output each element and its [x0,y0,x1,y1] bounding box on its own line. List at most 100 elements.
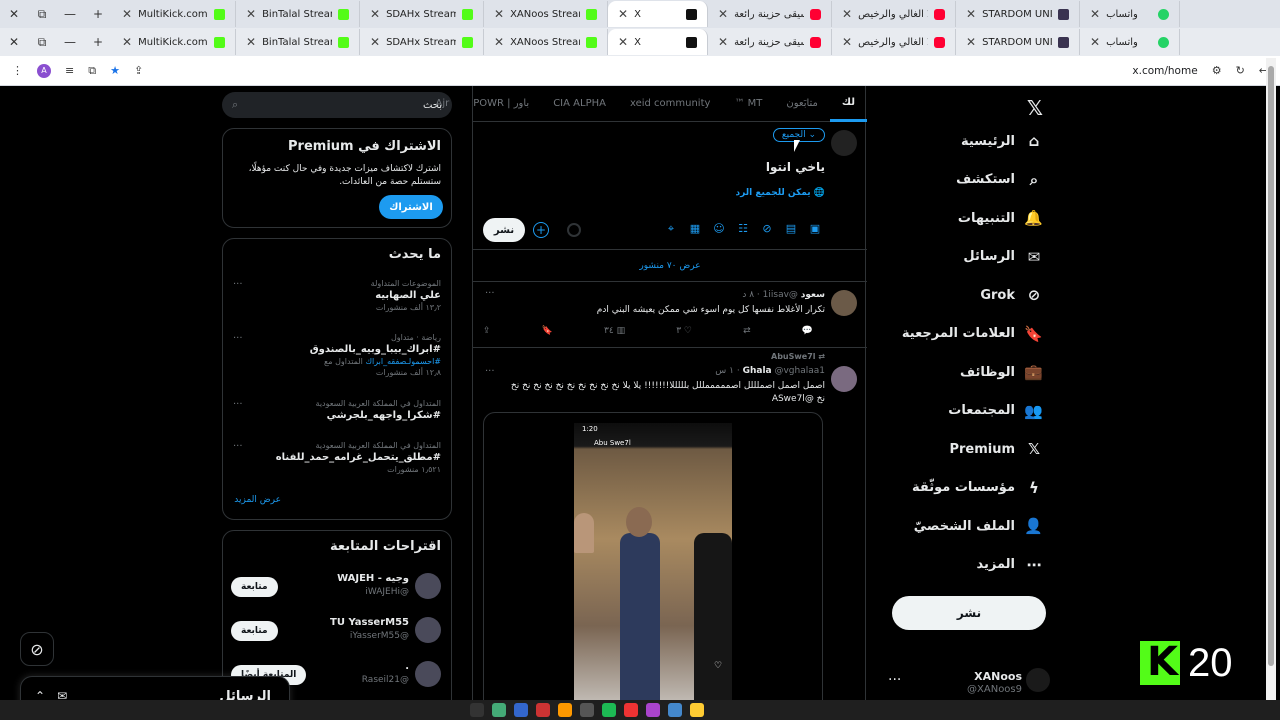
reposted-by[interactable]: AbuSwe7l ⇄ [771,352,825,361]
profile-avatar[interactable]: A [37,63,51,78]
like-icon[interactable]: ♡ [714,661,722,671]
show-new-posts[interactable]: عرض ٧٠ منشور [473,250,867,282]
more-icon[interactable]: ··· [485,288,495,299]
site-settings-icon[interactable]: ⚙ [1212,64,1222,77]
close-tab-icon[interactable]: ✕ [618,35,628,49]
avatar[interactable] [831,290,857,316]
trend-more-icon[interactable]: ··· [233,279,243,290]
follow-button[interactable]: متابعة [231,621,278,641]
grok-icon[interactable]: ⊘ [759,222,775,236]
close-tab-icon[interactable]: ✕ [370,35,380,49]
tab-list-mt[interactable]: MT ™ [722,86,774,122]
browser-tab[interactable]: ✕ SDAHx Stream - Wat [360,29,484,55]
browser-tab[interactable]: ✕ SDAHx Stream - Wat [360,1,484,27]
nav-item-search[interactable]: ⌕ استكشف [956,171,1043,189]
app-icon[interactable] [558,703,572,717]
grok-float-button[interactable]: ⊘ [20,632,54,666]
close-tab-icon[interactable]: ✕ [122,7,132,21]
app-icon[interactable] [470,703,484,717]
close-tab-icon[interactable]: ✕ [122,35,132,49]
app-icon[interactable] [536,703,550,717]
schedule-icon[interactable]: ▦ [687,222,703,236]
close-tab-icon[interactable]: ✕ [842,35,852,49]
trend-related-link[interactable]: #احسمولـصفقه_ابراك [365,357,441,366]
close-tab-icon[interactable]: ✕ [246,35,256,49]
browser-tab[interactable]: ✕ العلا الغالي والرخيص [832,1,956,27]
nav-item-x[interactable]: 𝕏 Premium [949,440,1043,458]
new-tab-icon[interactable]: + [84,35,112,49]
app-icon[interactable] [646,703,660,717]
subscribe-button[interactable]: الاشتراك [379,195,443,219]
browser-tab[interactable]: ✕ MultiKick.com: Watc [112,1,236,27]
avatar[interactable] [1026,668,1050,692]
trend-more-icon[interactable]: ··· [233,333,243,344]
close-tab-icon[interactable]: ✕ [618,7,628,21]
share-icon[interactable]: ⇪ [483,326,491,336]
close-tab-icon[interactable]: ✕ [1090,35,1100,49]
tweet[interactable]: AbuSwe7l ⇄ Ghala @vghalaa1 · ١ س ··· اصم… [473,348,867,720]
browser-tab[interactable]: ✕ STARDOM UNIVERS [956,29,1080,55]
trend-item[interactable]: رياضة · متداول #ابراك_بيبا_وبيه_بالصندوق… [231,333,441,377]
browser-tab[interactable]: ✕ MultiKick.com: Watc [112,29,236,55]
tweet-time[interactable]: ١ س [715,366,734,376]
close-tab-icon[interactable]: ✕ [718,7,728,21]
app-icon[interactable] [580,703,594,717]
queue-icon[interactable]: ≡ [65,64,74,77]
trend-item[interactable]: المتداول في المملكة العربية السعودية #مط… [231,441,441,474]
tab-for-you[interactable]: لك [829,86,867,122]
tweet-handle[interactable]: @1iisav [763,290,798,300]
avatar[interactable] [831,366,857,392]
nav-item-briefcase[interactable]: 💼 الوظائف [960,363,1043,381]
restore-window-icon[interactable]: ⧉ [28,7,56,22]
browser-tab[interactable]: ✕ العلا الغالي والرخيص [832,29,956,55]
browser-tab[interactable]: ✕ X [608,29,708,55]
browser-tab[interactable]: ✕ موسيقى حزينة رائعة [708,1,832,27]
add-thread-icon[interactable]: + [533,222,549,238]
nav-item-profile[interactable]: 👤 الملف الشخصيّ [914,517,1043,535]
repost-icon[interactable]: ⇄ [743,326,751,336]
nav-item-home[interactable]: ⌂ الرئيسية [961,132,1043,150]
tweet-author[interactable]: سعود [801,290,825,300]
more-icon[interactable]: ··· [888,672,901,688]
app-icon[interactable] [668,703,682,717]
poll-icon[interactable]: ☷ [735,222,751,236]
reply-settings[interactable]: 🌐 يمكن للجميع الرد [736,188,825,198]
nav-item-communities[interactable]: 👥 المجتمعات [948,402,1043,420]
browser-tab[interactable]: ✕ XANoos Stream - Kic [484,29,608,55]
app-icon[interactable] [602,703,616,717]
browser-tab[interactable]: ✕ واتساب [1080,1,1180,27]
close-tab-icon[interactable]: ✕ [966,7,976,21]
tweet-time[interactable]: ٨ د [742,290,754,300]
tab-cia-alpha[interactable]: CIA ALPHA [541,86,618,122]
nav-item-lightning[interactable]: ϟ مؤسسات موثّقة [912,479,1043,497]
tweet[interactable]: سعود @1iisav · ٨ د ··· تكرار الأغلاط نفس… [473,282,867,348]
url-field[interactable]: x.com/home [1132,65,1197,77]
scrollbar-thumb[interactable] [1268,66,1274,666]
nav-item-more[interactable]: ⋯ المزيد [976,556,1043,574]
minimize-window-icon[interactable]: — [56,7,84,21]
bookmark-icon[interactable]: 🔖 [542,326,553,336]
close-tab-icon[interactable]: ✕ [718,35,728,49]
tweet-media[interactable]: 1:20 Abu Swe7l ♡ [483,412,823,712]
nav-item-mail[interactable]: ✉ الرسائل [963,248,1043,266]
follow-suggestion[interactable]: وجيه - WAJEH @iWAJEHi متابعة [231,571,441,605]
image-icon[interactable]: ▣ [807,222,823,236]
close-tab-icon[interactable]: ✕ [494,7,504,21]
tab-following[interactable]: متابَعون [774,86,830,122]
app-icon[interactable] [690,703,704,717]
nav-item-bookmark[interactable]: 🔖 العلامات المرجعية [902,325,1043,343]
trend-item[interactable]: المتداول في المملكة العربية السعودية #شك… [231,399,441,421]
extensions-icon[interactable]: ⧉ [88,64,96,78]
reload-icon[interactable]: ↻ [1236,64,1245,77]
tab-xeid-community[interactable]: xeid community [618,86,722,122]
share-icon[interactable]: ⇪ [134,64,143,77]
follow-suggestion[interactable]: TU YasserM55 @iYasserM55 متابعة [231,615,441,649]
trend-item[interactable]: الموضوعات المتداولة علي الصهابيه ١٣٫٢ أل… [231,279,441,312]
app-icon[interactable] [624,703,638,717]
new-tab-icon[interactable]: + [84,7,112,21]
tweet-handle[interactable]: @vghalaa1 [774,366,825,376]
follow-button[interactable]: متابعة [231,577,278,597]
browser-tab[interactable]: ✕ XANoos Stream - Kic [484,1,608,27]
search-input[interactable]: بحث ⌕ [222,92,452,118]
page-scrollbar[interactable] [1266,58,1276,720]
